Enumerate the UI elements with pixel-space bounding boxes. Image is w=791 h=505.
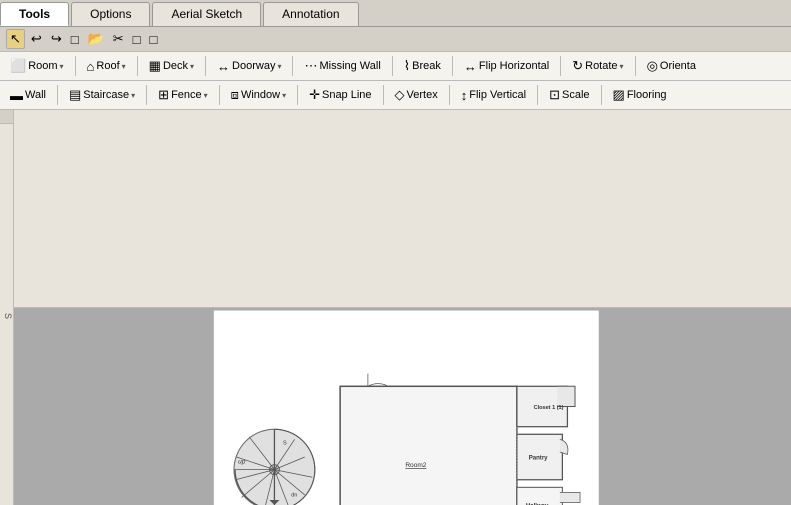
fence-btn[interactable]: ⊞ Fence ▾ (152, 84, 214, 106)
redo-btn[interactable]: ↪ (48, 30, 65, 48)
workspace: S (0, 110, 791, 505)
flooring-icon: ▨ (613, 87, 625, 103)
tab-bar: Tools Options Aerial Sketch Annotation (0, 0, 791, 27)
cursor-tool-btn[interactable]: ↖ (6, 29, 25, 49)
sep1 (75, 56, 76, 76)
break-icon: ⌇ (404, 58, 410, 74)
window-btn[interactable]: ⧈ Window ▾ (225, 84, 292, 106)
tab-tools[interactable]: Tools (0, 2, 69, 26)
staircase-btn[interactable]: ▤ Staircase ▾ (63, 84, 141, 106)
deck-btn[interactable]: ▦ Deck ▾ (143, 55, 200, 77)
svg-text:up: up (238, 459, 246, 466)
ruler-left: S (0, 124, 14, 505)
snap-line-icon: ✛ (309, 87, 320, 103)
app-window: Tools Options Aerial Sketch Annotation ↖… (0, 0, 791, 505)
svg-text:Closet 1 (1): Closet 1 (1) (534, 405, 564, 411)
sep16 (601, 85, 602, 105)
flip-horizontal-btn[interactable]: ↔ Flip Horizontal (458, 56, 555, 77)
copy-btn[interactable]: □ (130, 31, 144, 48)
drawing-area[interactable]: up dn S Room2 (14, 308, 791, 505)
flip-vertical-icon: ↕ (461, 88, 468, 103)
toolbar-row1: ⬜ Room ▾ ⌂ Roof ▾ ▦ Deck ▾ ↔ Doorway ▾ (0, 52, 791, 81)
ruler-corner (0, 110, 14, 124)
tab-options[interactable]: Options (71, 2, 150, 26)
rotate-btn[interactable]: ↻ Rotate ▾ (566, 55, 629, 77)
scale-btn[interactable]: ⊡ Scale (543, 84, 595, 106)
snap-line-btn[interactable]: ✛ Snap Line (303, 84, 377, 106)
flooring-btn[interactable]: ▨ Flooring (607, 84, 673, 106)
break-btn[interactable]: ⌇ Break (398, 55, 447, 77)
flip-vertical-btn[interactable]: ↕ Flip Vertical (455, 85, 532, 106)
sep12 (297, 85, 298, 105)
sep8 (635, 56, 636, 76)
tab-annotation[interactable]: Annotation (263, 2, 358, 26)
roof-icon: ⌂ (87, 59, 95, 74)
quick-access-bar: ↖ ↩ ↪ □ 📂 ✂ □ □ (0, 27, 791, 52)
sep5 (392, 56, 393, 76)
toolbar-row2: ▬ Wall ▤ Staircase ▾ ⊞ Fence ▾ ⧈ Window … (0, 81, 791, 110)
orientation-btn[interactable]: ◎ Orienta (641, 55, 702, 77)
staircase-icon: ▤ (69, 87, 81, 103)
roof-btn[interactable]: ⌂ Roof ▾ (81, 56, 132, 77)
rotate-icon: ↻ (572, 58, 583, 74)
undo-btn[interactable]: ↩ (28, 30, 45, 48)
sep7 (560, 56, 561, 76)
tab-aerial-sketch[interactable]: Aerial Sketch (152, 2, 261, 26)
svg-text:Room2: Room2 (405, 462, 426, 469)
room-icon: ⬜ (10, 58, 26, 74)
sep2 (137, 56, 138, 76)
open-btn[interactable]: 📂 (85, 30, 107, 48)
svg-text:dn: dn (291, 492, 297, 498)
sep3 (205, 56, 206, 76)
window-icon: ⧈ (231, 87, 239, 103)
ruler-top (14, 110, 791, 308)
doorway-btn[interactable]: ↔ Doorway ▾ (211, 56, 287, 77)
sep9 (57, 85, 58, 105)
sep11 (219, 85, 220, 105)
sep14 (449, 85, 450, 105)
sep13 (383, 85, 384, 105)
sep15 (537, 85, 538, 105)
fence-icon: ⊞ (158, 87, 169, 103)
scale-icon: ⊡ (549, 87, 560, 103)
svg-text:S: S (283, 440, 287, 446)
wall-icon: ▬ (10, 88, 23, 103)
doorway-icon: ↔ (217, 59, 230, 74)
wall-btn[interactable]: ▬ Wall (4, 85, 52, 106)
orientation-icon: ◎ (647, 58, 658, 74)
vertex-icon: ◇ (395, 87, 405, 103)
new-btn[interactable]: □ (68, 31, 82, 48)
missing-wall-icon: ⋯ (304, 58, 317, 74)
sep6 (452, 56, 453, 76)
deck-icon: ▦ (149, 58, 161, 74)
missing-wall-btn[interactable]: ⋯ Missing Wall (298, 55, 386, 77)
flip-horizontal-icon: ↔ (464, 59, 477, 74)
cut-btn[interactable]: ✂ (110, 30, 127, 48)
sep4 (292, 56, 293, 76)
sep10 (146, 85, 147, 105)
vertex-btn[interactable]: ◇ Vertex (389, 84, 444, 106)
room-btn[interactable]: ⬜ Room ▾ (4, 55, 70, 77)
paste-btn[interactable]: □ (147, 31, 161, 48)
floorplan-svg: up dn S Room2 (14, 308, 791, 505)
svg-text:Pantry: Pantry (529, 456, 548, 462)
